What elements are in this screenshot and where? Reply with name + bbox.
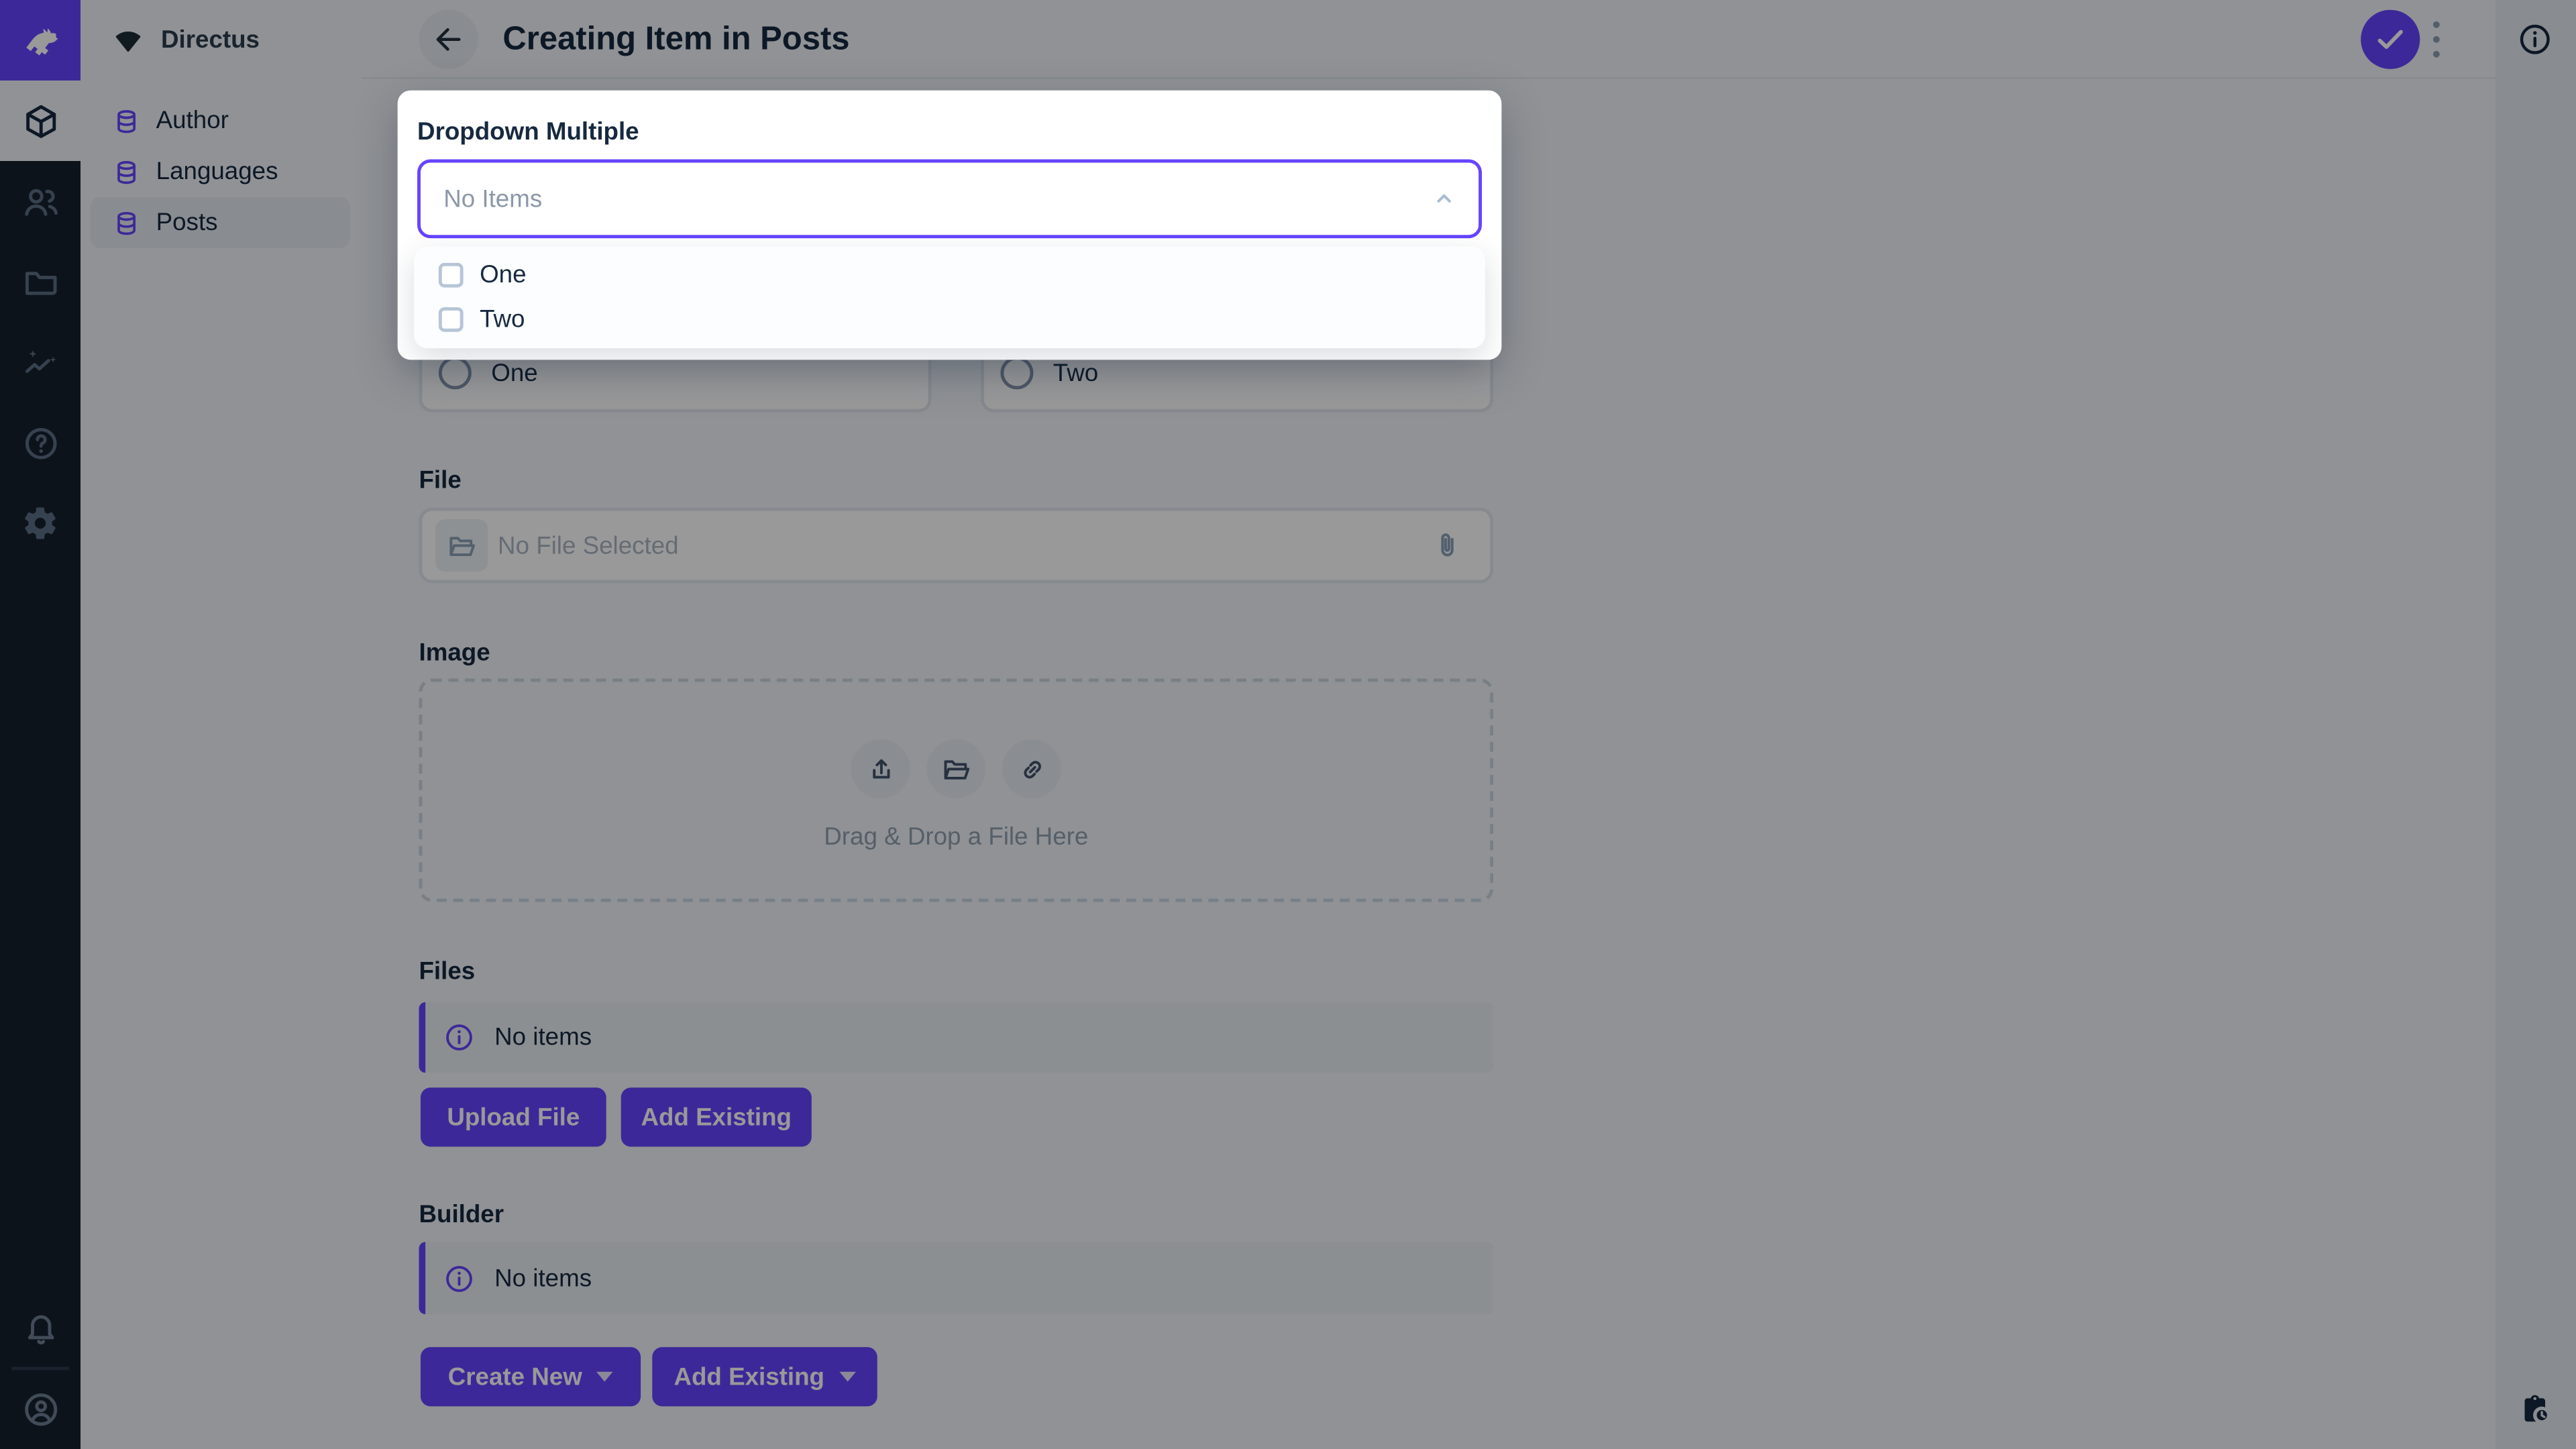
option-one[interactable]: One (414, 253, 1485, 297)
option-two[interactable]: Two (414, 297, 1485, 341)
app-root: Directus Author Languages Posts Creating… (0, 0, 2576, 1449)
checkbox[interactable] (438, 307, 464, 332)
dropdown-multiple-popover: Dropdown Multiple No Items One Two (397, 90, 1502, 360)
dropdown-options-menu: One Two (414, 246, 1485, 349)
dropdown-multiple-label: Dropdown Multiple (417, 118, 639, 146)
checkbox[interactable] (438, 262, 464, 288)
option-label: Two (480, 305, 525, 334)
chevron-up-icon (1430, 184, 1459, 213)
option-label: One (480, 261, 527, 290)
select-value: No Items (443, 184, 543, 213)
dropdown-multiple-select[interactable]: No Items (417, 159, 1482, 239)
